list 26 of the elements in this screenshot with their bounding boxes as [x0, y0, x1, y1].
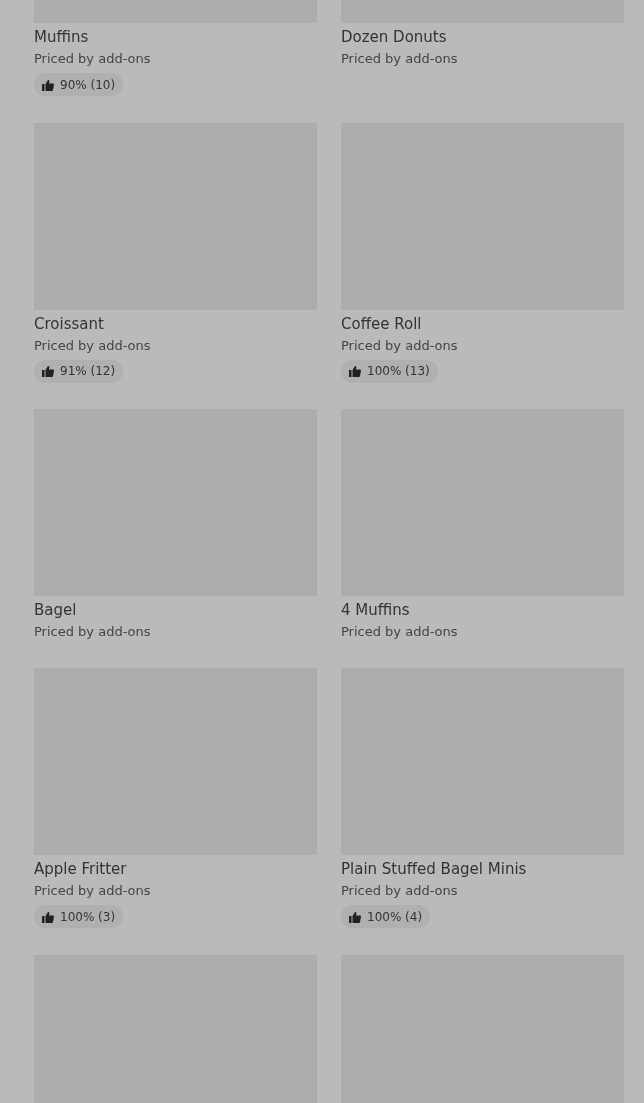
- rating-text: 90% (10): [60, 76, 116, 94]
- price-note: Priced by add-ons: [341, 623, 459, 641]
- price-note: Priced by add-ons: [341, 336, 459, 355]
- price-note: Priced by add-ons: [341, 882, 459, 900]
- product-name[interactable]: Croissant: [34, 312, 317, 335]
- price-note: Priced by add-ons: [34, 50, 152, 68]
- product-name[interactable]: Muffins: [34, 26, 317, 48]
- thumbs-up-icon: [42, 78, 54, 91]
- thumbs-up-icon: [42, 365, 54, 377]
- thumbs-up-icon: [42, 910, 54, 923]
- rating-text: 91% (12): [60, 363, 116, 380]
- product-name[interactable]: Coffee Roll: [341, 312, 624, 335]
- price-note: Priced by add-ons: [341, 50, 459, 68]
- product-name[interactable]: Plain Stuffed Bagel Minis: [341, 858, 624, 880]
- price-note: Priced by add-ons: [34, 882, 152, 900]
- rating-text: 100% (13): [367, 363, 430, 380]
- thumbs-up-icon: [349, 365, 361, 377]
- product-name[interactable]: Dozen Donuts: [341, 26, 624, 48]
- rating-text: 100% (3): [60, 908, 116, 926]
- price-note: Priced by add-ons: [34, 336, 152, 355]
- product-name[interactable]: Apple Fritter: [34, 858, 317, 880]
- product-name[interactable]: 4 Muffins: [341, 599, 624, 621]
- thumbs-up-icon: [349, 910, 361, 923]
- product-name[interactable]: Bagel: [34, 599, 317, 621]
- price-note: Priced by add-ons: [34, 623, 152, 641]
- rating-text: 100% (4): [367, 908, 423, 926]
